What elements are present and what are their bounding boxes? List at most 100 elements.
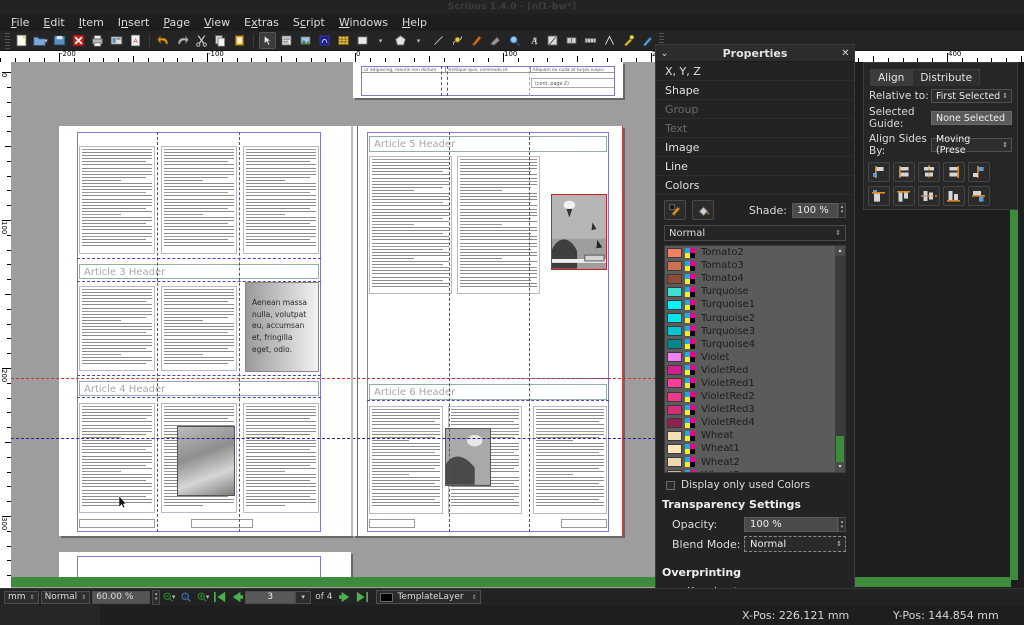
page-bottom-frame[interactable] <box>77 556 321 578</box>
copy-icon[interactable] <box>212 32 229 49</box>
color-list-item[interactable]: Violet <box>665 351 835 364</box>
section-xyz[interactable]: X, Y, Z <box>656 62 854 81</box>
insert-image-frame-icon[interactable] <box>297 32 314 49</box>
unit-select[interactable]: mm⇕ <box>4 591 39 604</box>
scroll-up-icon[interactable]: ▴ <box>835 246 845 256</box>
color-list-item[interactable]: Turquoise3 <box>665 325 835 338</box>
section-shape[interactable]: Shape <box>656 81 854 100</box>
chevron-down-icon[interactable]: ⌄ <box>656 48 673 59</box>
zoom-in-icon[interactable]: ▾ <box>195 590 210 604</box>
color-list-item[interactable]: Tomato2 <box>665 246 835 259</box>
color-list-item[interactable]: VioletRed <box>665 364 835 377</box>
color-list-item[interactable]: Turquoise4 <box>665 338 835 351</box>
align-bottoms-icon[interactable] <box>968 186 990 206</box>
view-mode-select[interactable]: Normal⇕ <box>41 591 91 604</box>
tab-align[interactable]: Align <box>870 69 912 86</box>
unlink-text-frames-icon[interactable] <box>563 32 580 49</box>
last-page-icon[interactable] <box>354 590 369 604</box>
align-right-sides-icon[interactable] <box>968 162 990 182</box>
display-only-used-colors-row[interactable]: Display only used Colors <box>656 473 854 495</box>
color-list-scrollbar[interactable]: ▴ ▾ <box>835 246 845 472</box>
page-number-dropdown-icon[interactable]: ▾ <box>295 591 311 604</box>
tab-distribute[interactable]: Distribute <box>912 69 980 86</box>
menu-edit[interactable]: Edit <box>36 14 71 31</box>
select-item-icon[interactable] <box>259 32 276 49</box>
page-left[interactable]: Article 3 Header Aenean massa nulla, vol… <box>59 126 351 536</box>
display-only-used-colors-checkbox[interactable] <box>666 481 675 490</box>
insert-text-frame-icon[interactable] <box>278 32 295 49</box>
menu-insert[interactable]: Insert <box>111 14 157 31</box>
copy-properties-icon[interactable] <box>601 32 618 49</box>
redo-icon[interactable] <box>174 32 191 49</box>
section-colors[interactable]: Colors <box>656 176 854 195</box>
color-list-item[interactable]: VioletRed3 <box>665 403 835 416</box>
measurements-icon[interactable] <box>582 32 599 49</box>
insert-polygon-icon[interactable] <box>392 32 409 49</box>
horizontal-ruler[interactable]: -200-1000100200300400 <box>0 51 1024 62</box>
pen-tool-icon[interactable] <box>639 32 656 49</box>
menu-file[interactable]: File <box>4 14 36 31</box>
color-list-item[interactable]: Wheat <box>665 429 835 442</box>
color-list[interactable]: Tomato2Tomato3Tomato4TurquoiseTurquoise1… <box>664 245 846 473</box>
color-list-item[interactable]: VioletRed1 <box>665 377 835 390</box>
page-top-frame[interactable] <box>361 66 615 96</box>
color-list-item[interactable]: Turquoise <box>665 285 835 298</box>
stroke-color-icon[interactable] <box>664 200 686 220</box>
close-document-icon[interactable] <box>70 32 87 49</box>
close-icon[interactable]: ✕ <box>837 48 854 59</box>
vertical-scrollbar[interactable] <box>1010 200 1018 580</box>
align-top-to-bottom-icon[interactable] <box>943 186 965 206</box>
color-list-item[interactable]: Turquoise1 <box>665 298 835 311</box>
color-list-item[interactable]: Tomato3 <box>665 259 835 272</box>
document-canvas[interactable]: ur adipiscing, mauris non dictum tristiq… <box>11 62 656 590</box>
shade-value[interactable]: 100 % <box>792 203 838 218</box>
menu-view[interactable]: View <box>197 14 237 31</box>
opacity-stepper[interactable]: ▴▾ <box>838 517 846 532</box>
relative-to-select[interactable]: First Selected ⇕ <box>931 89 1012 103</box>
menu-item[interactable]: Item <box>72 14 111 31</box>
link-text-frames-icon[interactable] <box>544 32 561 49</box>
insert-shape-icon[interactable] <box>354 32 371 49</box>
align-right-to-left-icon[interactable] <box>943 162 965 182</box>
menu-page[interactable]: Page <box>156 14 197 31</box>
page-right-frame[interactable] <box>367 132 609 532</box>
opacity-value[interactable]: 100 % <box>744 517 838 532</box>
section-image[interactable]: Image <box>656 138 854 157</box>
export-pdf-icon[interactable]: A <box>127 32 144 49</box>
zoom-100-icon[interactable]: 1 <box>178 590 193 604</box>
menu-script[interactable]: Script <box>286 14 332 31</box>
cut-icon[interactable] <box>193 32 210 49</box>
layer-select[interactable]: TemplateLayer ⇕ <box>376 590 480 604</box>
color-list-item[interactable]: Wheat2 <box>665 456 835 469</box>
align-left-sides-icon[interactable] <box>868 162 890 182</box>
menu-windows[interactable]: Windows <box>332 14 395 31</box>
shape-dropdown-icon[interactable]: ▾ <box>373 32 390 49</box>
previous-page-icon[interactable] <box>229 590 244 604</box>
horizontal-scrollbar[interactable] <box>11 577 1011 587</box>
print-icon[interactable] <box>89 32 106 49</box>
page-left-frame[interactable] <box>77 132 321 532</box>
color-list-item[interactable]: Wheat3 <box>665 469 835 472</box>
insert-render-frame-icon[interactable] <box>316 32 333 49</box>
insert-table-icon[interactable] <box>335 32 352 49</box>
blend-mode-select[interactable]: Normal ⇕ <box>744 536 846 552</box>
first-page-icon[interactable] <box>212 590 227 604</box>
align-centers-horizontally-icon[interactable] <box>918 162 940 182</box>
insert-bezier-icon[interactable] <box>449 32 466 49</box>
align-sides-select[interactable]: Moving (Prese ⇕ <box>931 138 1012 152</box>
shade-stepper[interactable]: ▴▾ <box>838 203 846 218</box>
polygon-dropdown-icon[interactable]: ▾ <box>411 32 428 49</box>
scroll-down-icon[interactable]: ▾ <box>835 462 845 472</box>
zoom-stepper[interactable]: ▴▾ <box>152 590 160 605</box>
paste-icon[interactable] <box>231 32 248 49</box>
align-tops-icon[interactable] <box>868 186 890 206</box>
section-line[interactable]: Line <box>656 157 854 176</box>
menu-help[interactable]: Help <box>395 14 434 31</box>
zoom-icon[interactable] <box>506 32 523 49</box>
color-list-item[interactable]: Wheat1 <box>665 442 835 455</box>
align-centers-vertically-icon[interactable] <box>918 186 940 206</box>
page-number-input[interactable]: 3 <box>245 591 295 604</box>
zoom-out-icon[interactable]: ▾ <box>161 590 176 604</box>
save-document-icon[interactable] <box>51 32 68 49</box>
zoom-value[interactable]: 60.00 % <box>92 591 150 604</box>
